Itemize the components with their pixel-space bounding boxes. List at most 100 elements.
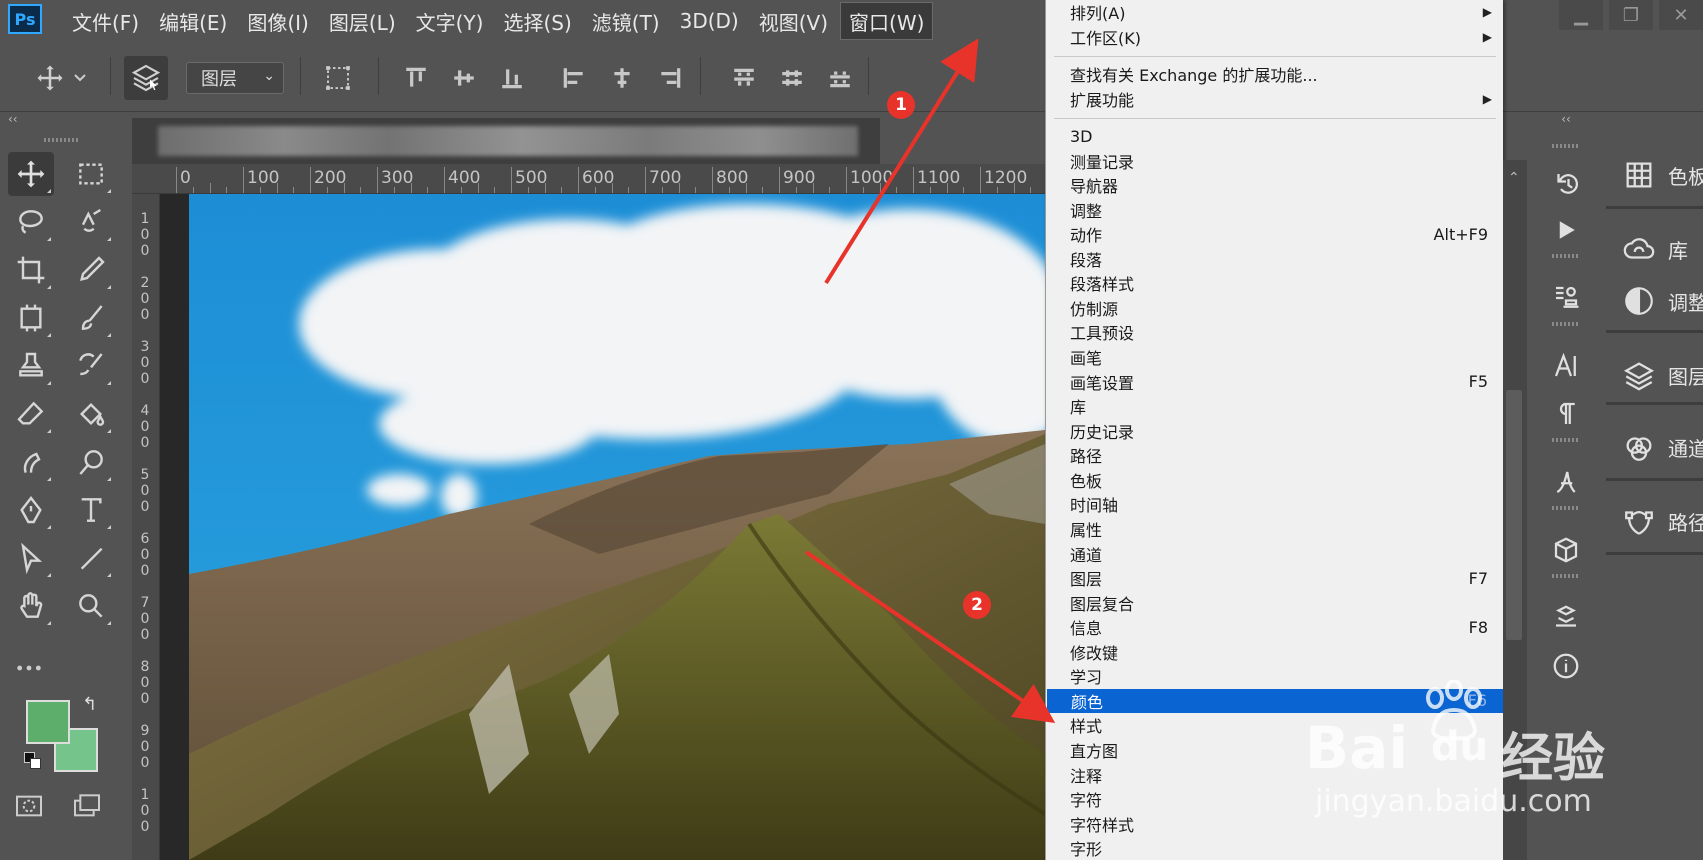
- menu-option-9[interactable]: 段落: [1046, 247, 1504, 271]
- menu-item-4[interactable]: 文字(Y): [408, 2, 492, 40]
- panel-tab-1[interactable]: 库: [1606, 224, 1703, 274]
- panel-tab-4[interactable]: 通道: [1606, 422, 1703, 472]
- dock-collapse-button[interactable]: ‹‹: [1530, 112, 1602, 132]
- crop-tool-button[interactable]: [8, 248, 54, 292]
- move-tool-preset-button[interactable]: [30, 58, 70, 98]
- align-left-edges-button[interactable]: [556, 60, 592, 96]
- menu-option-16[interactable]: 历史记录: [1046, 419, 1504, 443]
- pen-tool-button[interactable]: [8, 488, 54, 532]
- menu-option-33[interactable]: 字形: [1046, 836, 1504, 860]
- menu-option-7[interactable]: 调整: [1046, 198, 1504, 222]
- 3d-layers-panel-button[interactable]: [1542, 596, 1590, 640]
- glyphs-panel-button[interactable]: [1542, 460, 1590, 504]
- menu-option-4[interactable]: 3D: [1046, 124, 1504, 148]
- frame-tool-button[interactable]: [8, 296, 54, 340]
- distribute-vertical-centers-button[interactable]: [774, 60, 810, 96]
- menu-option-22[interactable]: 图层 F7: [1046, 566, 1504, 590]
- menu-option-19[interactable]: 时间轴: [1046, 492, 1504, 516]
- menu-item-7[interactable]: 3D(D): [672, 2, 747, 40]
- toolbar-collapse-button[interactable]: ‹‹: [8, 112, 18, 132]
- menu-option-0[interactable]: 排列(A) ▶: [1046, 0, 1504, 24]
- menu-option-12[interactable]: 工具预设: [1046, 320, 1504, 344]
- panel-scrollbar-thumb[interactable]: [1506, 390, 1522, 640]
- move-tool-button[interactable]: [8, 152, 54, 196]
- menu-option-23[interactable]: 图层复合: [1046, 591, 1504, 615]
- scroll-up-icon[interactable]: ⌃: [1508, 170, 1520, 186]
- dodge-tool-button[interactable]: [68, 440, 114, 484]
- eraser-tool-button[interactable]: [8, 392, 54, 436]
- menu-item-5[interactable]: 选择(S): [495, 2, 579, 40]
- zoom-tool-button[interactable]: [68, 584, 114, 628]
- menu-option-11[interactable]: 仿制源: [1046, 296, 1504, 320]
- close-button[interactable]: ✕: [1659, 0, 1703, 30]
- actions-play-panel-button[interactable]: [1542, 208, 1590, 252]
- menu-option-25[interactable]: 修改键: [1046, 640, 1504, 664]
- menu-item-2[interactable]: 图像(I): [239, 2, 317, 40]
- menu-option-24[interactable]: 信息 F8: [1046, 615, 1504, 639]
- menu-option-21[interactable]: 通道: [1046, 542, 1504, 566]
- menu-option-6[interactable]: 导航器: [1046, 173, 1504, 197]
- document-image[interactable]: [189, 194, 1045, 860]
- paint-bucket-tool-button[interactable]: [68, 392, 114, 436]
- minimize-button[interactable]: ▁: [1559, 0, 1603, 30]
- panel-tab-0[interactable]: 色板: [1606, 150, 1703, 200]
- history-brush-tool-button[interactable]: [68, 344, 114, 388]
- menu-option-20[interactable]: 属性: [1046, 517, 1504, 541]
- auto-select-target-select[interactable]: 图层 ⌄: [186, 62, 284, 94]
- menu-option-17[interactable]: 路径: [1046, 443, 1504, 467]
- menu-option-5[interactable]: 测量记录: [1046, 149, 1504, 173]
- default-colors-icon[interactable]: [24, 752, 42, 770]
- panel-tab-5[interactable]: 路径: [1606, 496, 1703, 546]
- type-tool-button[interactable]: [68, 488, 114, 532]
- menu-item-1[interactable]: 编辑(E): [151, 2, 235, 40]
- menu-option-8[interactable]: 动作 Alt+F9: [1046, 222, 1504, 246]
- ruler-vertical[interactable]: 100200300400500600700800900100: [132, 194, 160, 860]
- brush-tool-button[interactable]: [68, 296, 114, 340]
- menu-option-3[interactable]: 扩展功能 ▶: [1046, 87, 1504, 111]
- menu-option-14[interactable]: 画笔设置 F5: [1046, 370, 1504, 394]
- 3d-cube-panel-button[interactable]: [1542, 528, 1590, 572]
- foreground-color-swatch[interactable]: [26, 700, 70, 744]
- ruler-horizontal[interactable]: 0 100 200 300 400 500 600 700 800 900 1000 1100 1200: [132, 164, 1045, 194]
- line-tool-button[interactable]: [68, 536, 114, 580]
- menu-item-8[interactable]: 视图(V): [751, 2, 836, 40]
- document-tab[interactable]: [132, 118, 880, 164]
- lasso-tool-button[interactable]: [8, 200, 54, 244]
- smudge-tool-button[interactable]: [8, 440, 54, 484]
- stamp-tool-button[interactable]: [8, 344, 54, 388]
- quick-selection-tool-button[interactable]: [68, 200, 114, 244]
- quick-mask-button[interactable]: [6, 784, 52, 828]
- tool-preset-chevron-icon[interactable]: [72, 70, 88, 86]
- history-panel-button[interactable]: [1542, 162, 1590, 206]
- align-right-edges-button[interactable]: [652, 60, 688, 96]
- clone-source-panel-button[interactable]: [1542, 276, 1590, 320]
- transform-controls-toggle[interactable]: [318, 58, 358, 98]
- align-vertical-centers-button[interactable]: [446, 60, 482, 96]
- path-selection-tool-button[interactable]: [8, 536, 54, 580]
- panel-tab-2[interactable]: 调整: [1606, 276, 1703, 326]
- align-horizontal-centers-button[interactable]: [604, 60, 640, 96]
- distribute-top-button[interactable]: [726, 60, 762, 96]
- menu-item-0[interactable]: 文件(F): [64, 2, 147, 40]
- eyedropper-tool-button[interactable]: [68, 248, 114, 292]
- align-top-edges-button[interactable]: [398, 60, 434, 96]
- menu-option-18[interactable]: 色板: [1046, 468, 1504, 492]
- hand-tool-button[interactable]: [8, 584, 54, 628]
- paragraph-panel-button[interactable]: [1542, 392, 1590, 436]
- menu-option-10[interactable]: 段落样式: [1046, 271, 1504, 295]
- auto-select-button[interactable]: [124, 56, 168, 100]
- panel-tab-3[interactable]: 图层: [1606, 350, 1703, 400]
- align-bottom-edges-button[interactable]: [494, 60, 530, 96]
- menu-item-3[interactable]: 图层(L): [321, 2, 404, 40]
- screen-mode-button[interactable]: [64, 784, 110, 828]
- character-panel-button[interactable]: [1542, 344, 1590, 388]
- menu-option-2[interactable]: 查找有关 Exchange 的扩展功能...: [1046, 62, 1504, 86]
- menu-item-9[interactable]: 窗口(W): [840, 2, 934, 40]
- menu-option-1[interactable]: 工作区(K) ▶: [1046, 25, 1504, 49]
- menu-item-6[interactable]: 滤镜(T): [584, 2, 668, 40]
- more-tools-button[interactable]: [6, 646, 52, 690]
- swap-colors-icon[interactable]: ↰: [82, 694, 97, 715]
- restore-button[interactable]: ❐: [1609, 0, 1653, 30]
- canvas-area[interactable]: [160, 194, 1045, 860]
- menu-option-13[interactable]: 画笔: [1046, 345, 1504, 369]
